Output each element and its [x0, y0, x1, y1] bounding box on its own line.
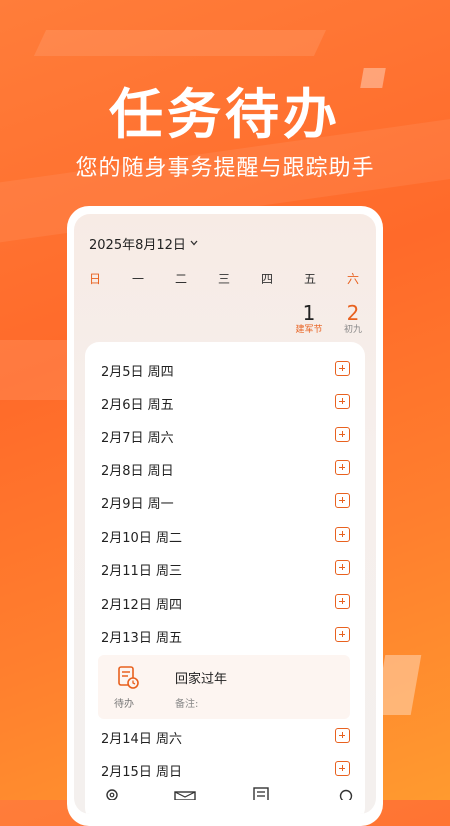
- date-row[interactable]: 2月13日 周五: [85, 619, 365, 652]
- task-note: 备注:: [175, 699, 199, 710]
- weekday-mon: 一: [131, 272, 144, 286]
- add-icon[interactable]: [335, 493, 350, 508]
- date-row[interactable]: 2月14日 周六: [85, 720, 365, 753]
- date-row[interactable]: 2月9日 周一: [85, 485, 365, 518]
- date-row[interactable]: 2月8日 周日: [85, 452, 365, 485]
- calendar-day[interactable]: 2 初九: [338, 302, 368, 336]
- date-label: 2月10日 周二: [101, 531, 182, 546]
- add-icon[interactable]: [335, 627, 350, 642]
- add-icon[interactable]: [335, 361, 350, 376]
- date-list: 2月5日 周四 2月6日 周五 2月7日 周六 2月8日 周日 2月9日 周一 …: [85, 342, 365, 814]
- weekday-thu: 四: [260, 272, 273, 286]
- weekday-wed: 三: [217, 272, 230, 286]
- date-label: 2月6日 周五: [101, 398, 174, 413]
- add-icon[interactable]: [335, 560, 350, 575]
- list-icon[interactable]: [250, 786, 272, 800]
- date-label: 2月9日 周一: [101, 497, 174, 512]
- weekday-fri: 五: [303, 272, 316, 286]
- bottom-nav: [74, 786, 376, 806]
- date-row[interactable]: 2月15日 周日: [85, 753, 365, 786]
- date-row[interactable]: 2月12日 周四: [85, 586, 365, 619]
- task-item[interactable]: 待办 回家过年 备注:: [98, 655, 350, 719]
- add-icon[interactable]: [335, 527, 350, 542]
- settings-icon[interactable]: [101, 786, 123, 800]
- calendar-day[interactable]: 1 建军节: [294, 302, 324, 336]
- decor-stripe: [33, 30, 327, 56]
- day-festival: 建军节: [295, 325, 323, 335]
- current-date: 2025年8月12日: [89, 238, 186, 253]
- add-icon[interactable]: [335, 761, 350, 776]
- weekday-sun: 日: [88, 272, 101, 286]
- date-label: 2月12日 周四: [101, 598, 182, 613]
- date-row[interactable]: 2月5日 周四: [85, 353, 365, 386]
- add-icon[interactable]: [335, 594, 350, 609]
- day-number: 1: [302, 301, 316, 325]
- task-type: 待办: [114, 699, 134, 710]
- task-title: 回家过年: [175, 672, 228, 687]
- todo-icon: [118, 666, 139, 689]
- date-label: 2月13日 周五: [101, 631, 182, 646]
- hero-title: 任务待办: [109, 83, 341, 146]
- day-number: 2: [346, 301, 360, 325]
- hero-subtitle: 您的随身事务提醒与跟踪助手: [75, 156, 375, 181]
- search-icon[interactable]: [335, 786, 357, 800]
- add-icon[interactable]: [335, 728, 350, 743]
- date-row[interactable]: 2月6日 周五: [85, 386, 365, 419]
- date-label: 2月5日 周四: [101, 365, 174, 380]
- date-label: 2月15日 周日: [101, 765, 182, 780]
- date-label: 2月14日 周六: [101, 732, 182, 747]
- date-row[interactable]: 2月10日 周二: [85, 519, 365, 552]
- app-screen: 2025年8月12日 日 一 二 三 四 五 六 1 建军节 2 初九 2月5日…: [74, 214, 376, 814]
- date-selector[interactable]: 2025年8月12日: [89, 234, 198, 253]
- add-icon[interactable]: [335, 427, 350, 442]
- date-label: 2月7日 周六: [101, 431, 174, 446]
- date-row[interactable]: 2月11日 周三: [85, 552, 365, 585]
- date-label: 2月11日 周三: [101, 564, 182, 579]
- date-label: 2月8日 周日: [101, 464, 174, 479]
- add-icon[interactable]: [335, 394, 350, 409]
- chevron-down-icon: [190, 239, 198, 249]
- day-lunar: 初九: [343, 325, 362, 335]
- add-icon[interactable]: [335, 460, 350, 475]
- weekday-sat: 六: [346, 272, 359, 286]
- mail-icon[interactable]: [174, 786, 196, 800]
- weekday-tue: 二: [174, 272, 187, 286]
- date-row[interactable]: 2月7日 周六: [85, 419, 365, 452]
